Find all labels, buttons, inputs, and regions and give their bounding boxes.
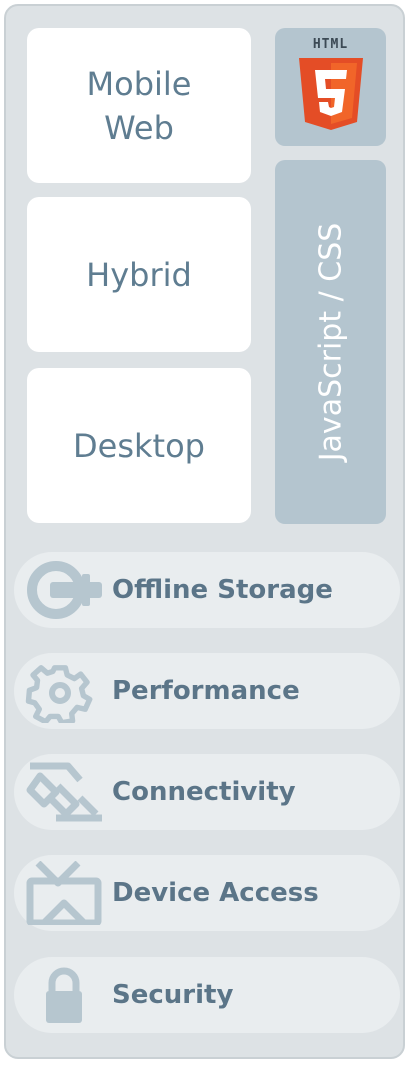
feature-label: Offline Storage xyxy=(112,575,333,605)
platform-desktop: Desktop xyxy=(27,368,251,523)
feature-label: Security xyxy=(112,980,234,1010)
offline-storage-icon xyxy=(27,561,102,619)
connectivity-icon xyxy=(26,762,102,822)
javascript-css-bar: JavaScript / CSS xyxy=(275,160,386,524)
platform-hybrid: Hybrid xyxy=(27,197,251,352)
device-access-icon xyxy=(26,861,102,925)
feature-connectivity: Connectivity xyxy=(14,754,400,830)
feature-label: Performance xyxy=(112,676,300,706)
html5-logo-icon xyxy=(298,58,363,130)
feature-label: Connectivity xyxy=(112,777,296,807)
performance-gear-icon xyxy=(25,665,93,723)
feature-offline-storage: Offline Storage xyxy=(14,552,400,628)
platform-mobile-web: Mobile Web xyxy=(27,28,251,183)
security-lock-icon xyxy=(46,967,82,1023)
feature-performance: Performance xyxy=(14,653,400,729)
feature-label: Device Access xyxy=(112,878,319,908)
html5-word: HTML xyxy=(312,37,349,52)
javascript-css-label: JavaScript / CSS xyxy=(313,222,348,462)
feature-security: Security xyxy=(14,957,400,1033)
feature-device-access: Device Access xyxy=(14,855,400,931)
html5-badge: HTML xyxy=(275,28,386,146)
